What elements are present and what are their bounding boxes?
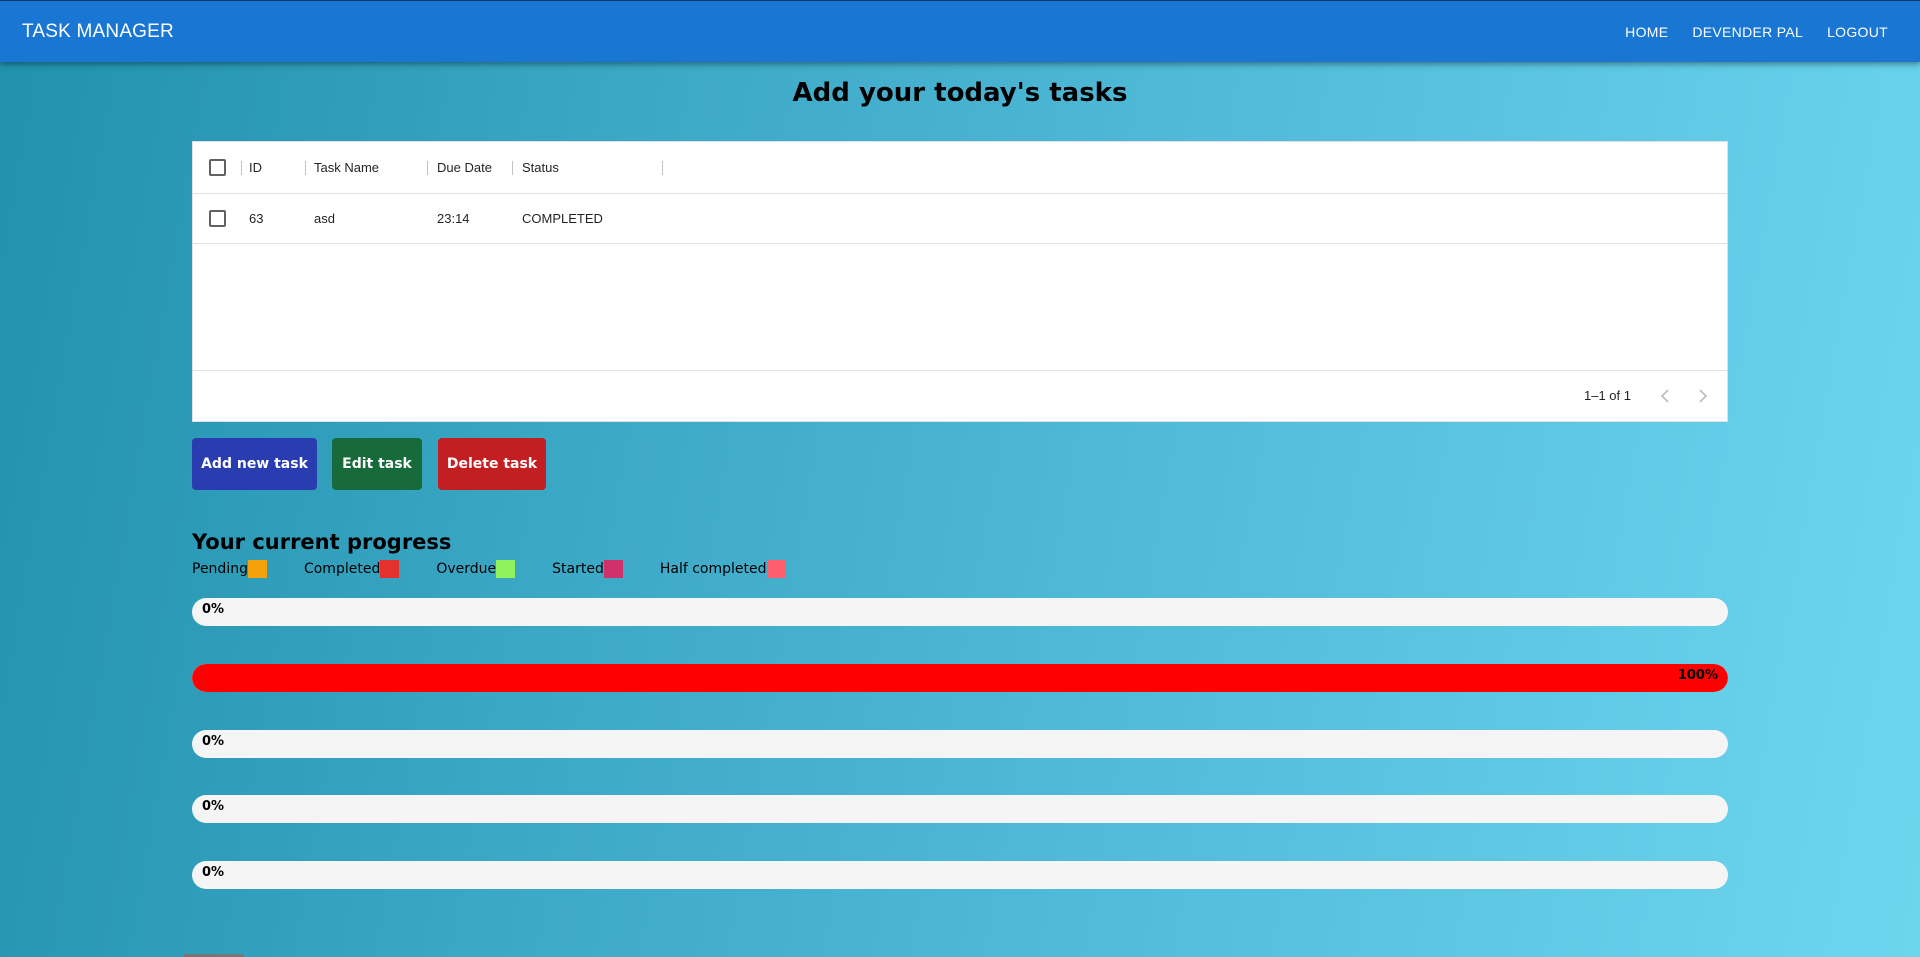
column-header-status[interactable]: Status xyxy=(522,160,559,175)
column-header-due-date[interactable]: Due Date xyxy=(437,160,492,175)
chevron-right-icon[interactable] xyxy=(1689,382,1717,410)
pagination-text: 1–1 of 1 xyxy=(1584,388,1631,403)
nav-user[interactable]: DEVENDER PAL xyxy=(1684,18,1811,46)
app-bar: TASK MANAGER HOME DEVENDER PAL LOGOUT xyxy=(0,0,1920,62)
legend-label: Overdue xyxy=(436,561,497,577)
legend-item-overdue: Overdue xyxy=(436,560,516,578)
column-separator[interactable] xyxy=(512,160,513,175)
legend-swatch xyxy=(766,560,786,578)
cell-task-name: asd xyxy=(314,211,335,226)
legend-item-started: Started xyxy=(552,560,623,578)
legend-label: Pending xyxy=(192,561,248,577)
legend-swatch xyxy=(380,560,400,578)
edit-task-button[interactable]: Edit task xyxy=(332,438,422,490)
legend-item-pending: Pending xyxy=(192,560,267,578)
progress-title: Your current progress xyxy=(192,530,452,554)
progress-bar-overdue: 0% xyxy=(192,730,1728,758)
nav-home[interactable]: HOME xyxy=(1617,18,1676,46)
column-separator[interactable] xyxy=(241,160,242,175)
progress-bar-completed: 100% xyxy=(192,664,1728,692)
cell-id: 63 xyxy=(249,211,264,226)
progress-bar-started: 0% xyxy=(192,795,1728,823)
legend-label: Half completed xyxy=(659,561,767,577)
legend-label: Completed xyxy=(303,561,381,577)
grid-footer: 1–1 of 1 xyxy=(193,370,1727,421)
select-all-checkbox[interactable] xyxy=(209,159,226,176)
page-title: Add your today's tasks xyxy=(792,78,1128,108)
delete-task-button[interactable]: Delete task xyxy=(438,438,546,490)
progress-bar-label: 100% xyxy=(1677,668,1718,683)
legend-item-completed: Completed xyxy=(303,560,400,578)
row-checkbox[interactable] xyxy=(209,210,226,227)
table-row[interactable]: 63 asd 23:14 COMPLETED xyxy=(193,194,1727,244)
app-title: TASK MANAGER xyxy=(22,20,174,42)
progress-bar-pending: 0% xyxy=(192,598,1728,626)
column-header-id[interactable]: ID xyxy=(249,160,262,175)
progress-bar-label: 0% xyxy=(202,734,225,749)
task-grid: ID Task Name Due Date Status 63 asd 23:1… xyxy=(192,141,1728,422)
grid-header: ID Task Name Due Date Status xyxy=(193,142,1727,194)
chevron-left-icon[interactable] xyxy=(1651,382,1679,410)
legend-item-half-completed: Half completed xyxy=(660,560,786,578)
progress-bar-half-completed: 0% xyxy=(192,861,1728,889)
progress-bar-label: 0% xyxy=(202,865,225,880)
column-header-task-name[interactable]: Task Name xyxy=(314,160,379,175)
legend-label: Started xyxy=(552,561,604,577)
progress-bar-label: 0% xyxy=(202,799,225,814)
progress-bar-label: 0% xyxy=(202,602,225,617)
top-nav: HOME DEVENDER PAL LOGOUT xyxy=(1617,18,1896,46)
progress-legend: Pending Completed Overdue Started Half c… xyxy=(192,560,823,578)
cell-due-date: 23:14 xyxy=(437,211,470,226)
progress-bar-fill xyxy=(192,664,1728,692)
cell-status: COMPLETED xyxy=(522,211,603,226)
legend-swatch xyxy=(603,560,623,578)
legend-swatch xyxy=(496,560,516,578)
legend-swatch xyxy=(247,560,267,578)
nav-logout[interactable]: LOGOUT xyxy=(1819,18,1896,46)
column-separator[interactable] xyxy=(427,160,428,175)
column-separator[interactable] xyxy=(662,160,663,175)
column-separator[interactable] xyxy=(305,160,306,175)
add-task-button[interactable]: Add new task xyxy=(192,438,317,490)
